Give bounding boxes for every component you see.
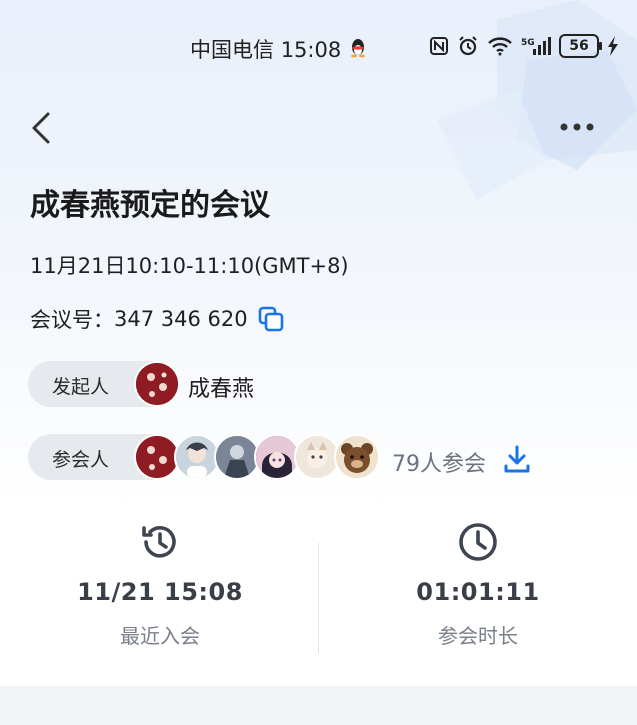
- svg-text:5G: 5G: [521, 38, 535, 48]
- section-separator: [0, 686, 637, 725]
- more-dots-icon[interactable]: [559, 118, 595, 136]
- host-label: 发起人: [52, 376, 110, 398]
- alarm-icon: [459, 36, 477, 56]
- stats-divider: [318, 543, 319, 653]
- participant-avatar[interactable]: [334, 434, 380, 480]
- host-avatar-image: [136, 363, 178, 405]
- duration-value: 01:01:11: [416, 578, 540, 606]
- status-bar: 中国电信 15:08 5G 56: [0, 30, 637, 66]
- last-join-label: 最近入会: [120, 624, 200, 648]
- status-carrier-time: 中国电信 15:08: [190, 34, 341, 64]
- wifi-icon: [488, 37, 512, 56]
- clock: 15:08: [280, 38, 342, 62]
- last-join-stat: 11/21 15:08 最近入会: [10, 520, 310, 649]
- duration-label: 参会时长: [438, 624, 518, 648]
- participants-label: 参会人: [52, 449, 110, 471]
- history-clock-icon: [142, 526, 176, 558]
- host-avatar[interactable]: [134, 361, 180, 407]
- back-chevron-icon[interactable]: [28, 110, 58, 146]
- download-icon[interactable]: [503, 444, 531, 474]
- participant-avatar-image: [216, 436, 258, 478]
- participant-avatar-image: [336, 436, 378, 478]
- participant-avatar-image: [256, 436, 298, 478]
- battery-indicator: 56: [559, 34, 602, 58]
- status-icons: 5G 56: [429, 34, 619, 58]
- qq-penguin-icon: [351, 39, 365, 58]
- meeting-id-value: 347 346 620: [114, 307, 248, 331]
- host-name: 成春燕: [188, 377, 255, 402]
- duration-stat: 01:01:11 参会时长: [328, 520, 628, 649]
- charging-bolt-icon: [608, 36, 618, 56]
- signal-5g-icon: 5G: [521, 37, 551, 55]
- meeting-title: 成春燕预定的会议: [30, 188, 270, 223]
- participant-count[interactable]: 79人参会: [392, 446, 486, 478]
- meeting-id-label: 会议号：: [30, 308, 114, 332]
- participant-avatar-image: [136, 436, 178, 478]
- carrier-name: 中国电信: [190, 38, 274, 62]
- meeting-id-row: 会议号： 347 346 620: [30, 304, 284, 334]
- last-join-value: 11/21 15:08: [77, 578, 243, 606]
- meeting-time: 11月21日10:10-11:10(GMT+8): [30, 254, 349, 278]
- nfc-icon: [430, 37, 448, 55]
- participant-avatar-image: [296, 436, 338, 478]
- clock-icon: [459, 523, 497, 561]
- copy-icon[interactable]: [258, 306, 284, 332]
- participant-avatar-image: [176, 436, 218, 478]
